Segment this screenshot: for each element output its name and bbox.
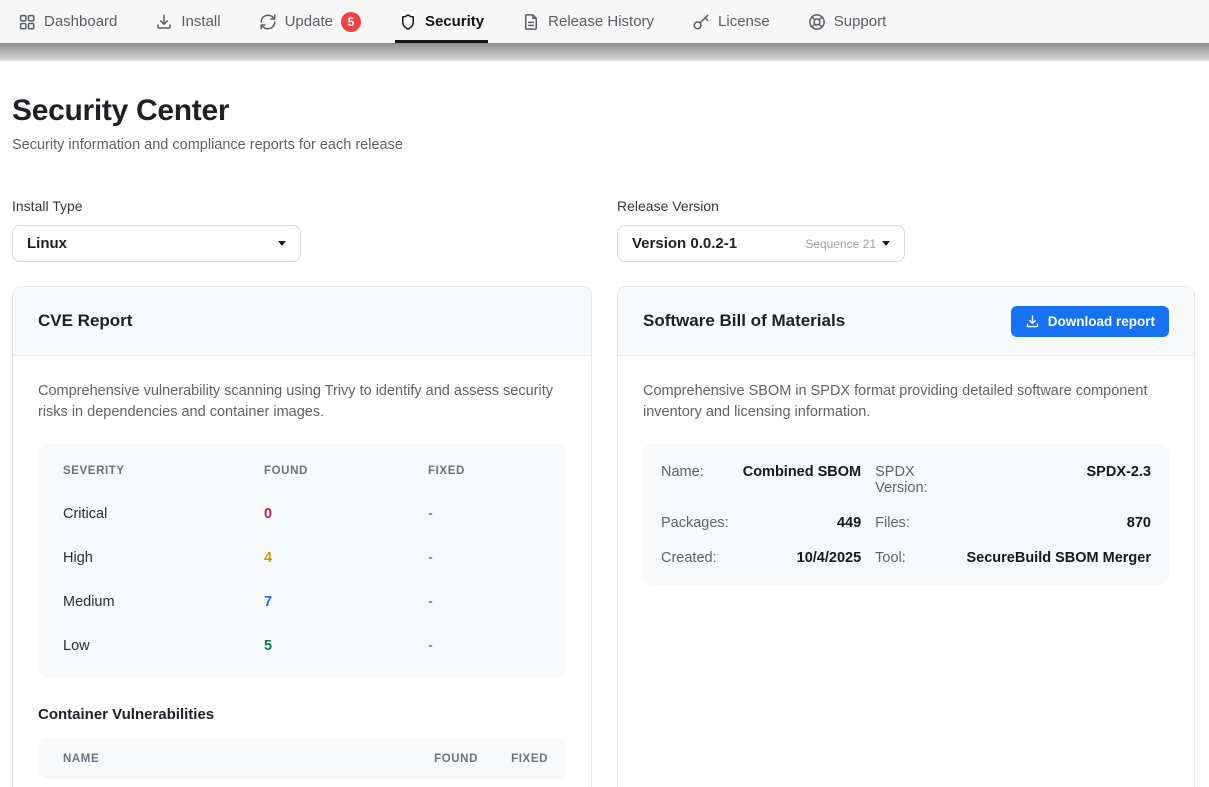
download-report-button[interactable]: Download report [1011, 306, 1169, 337]
severity-label: Critical [63, 506, 264, 522]
nav-item-license[interactable]: License [692, 0, 770, 43]
table-row-critical: Critical 0 - [38, 492, 566, 536]
detail-value-created: 10/4/2025 [743, 540, 861, 575]
nav-label: Install [181, 13, 220, 30]
page-title: Security Center [12, 94, 1195, 128]
fixed-count: - [428, 594, 566, 610]
document-icon [522, 13, 540, 31]
release-version-value: Version 0.0.2-1 [632, 235, 737, 252]
sequence-label: Sequence 21 [805, 237, 876, 251]
divider-band [0, 43, 1209, 61]
sequence-tag: Sequence 21 [805, 237, 890, 251]
nav-item-support[interactable]: Support [808, 0, 887, 43]
col-found: Found [264, 465, 428, 477]
detail-label-packages: Packages: [661, 505, 729, 540]
nav-label: Update [285, 13, 333, 30]
release-version-label: Release Version [617, 198, 1195, 214]
download-icon [1025, 314, 1040, 329]
cve-report-title: CVE Report [38, 311, 132, 331]
nav-label: Dashboard [44, 13, 117, 30]
table-row-low: Low 5 - [38, 624, 566, 668]
col-fixed: Fixed [478, 753, 548, 765]
cve-report-body: Comprehensive vulnerability scanning usi… [13, 356, 591, 787]
cve-report-description: Comprehensive vulnerability scanning usi… [38, 381, 566, 423]
sbom-details: Name: Combined SBOM SPDX Version: SPDX-2… [643, 444, 1169, 585]
sbom-title: Software Bill of Materials [643, 311, 845, 331]
dashboard-grid-icon [18, 13, 36, 31]
sbom-body: Comprehensive SBOM in SPDX format provid… [618, 356, 1194, 610]
found-count: 7 [264, 594, 428, 610]
container-vuln-table-header: Name Found Fixed [38, 738, 566, 779]
download-icon [155, 13, 173, 31]
install-type-select[interactable]: Linux [12, 225, 301, 262]
container-vulnerabilities-title: Container Vulnerabilities [38, 706, 566, 723]
detail-value-files: 870 [966, 505, 1151, 540]
fixed-count: - [428, 506, 566, 522]
fixed-count: - [428, 550, 566, 566]
release-version-filter: Release Version Version 0.0.2-1 Sequence… [617, 198, 1195, 262]
chevron-down-icon [278, 241, 286, 246]
severity-label: Low [63, 638, 264, 654]
nav-label: Security [425, 13, 484, 30]
cards-row: CVE Report Comprehensive vulnerability s… [12, 286, 1195, 787]
detail-value-name: Combined SBOM [743, 454, 861, 505]
found-count: 0 [264, 506, 428, 522]
install-type-value: Linux [27, 235, 67, 252]
fixed-count: - [428, 638, 566, 654]
detail-label-spdx-version: SPDX Version: [875, 454, 952, 505]
update-count-badge: 5 [341, 12, 361, 32]
nav-label: Release History [548, 13, 654, 30]
col-found: Found [406, 753, 478, 765]
page-subtitle: Security information and compliance repo… [12, 137, 1195, 153]
detail-value-tool: SecureBuild SBOM Merger [966, 540, 1151, 575]
cve-report-card: CVE Report Comprehensive vulnerability s… [12, 286, 592, 787]
refresh-icon [259, 13, 277, 31]
nav-item-release-history[interactable]: Release History [522, 0, 654, 43]
found-count: 5 [264, 638, 428, 654]
col-name: Name [63, 753, 406, 765]
nav-label: Support [834, 13, 887, 30]
detail-label-name: Name: [661, 454, 729, 505]
col-fixed: Fixed [428, 465, 566, 477]
nav-item-update[interactable]: Update 5 [259, 0, 361, 43]
top-nav: Dashboard Install Update 5 Security Rele… [0, 0, 1209, 43]
detail-label-tool: Tool: [875, 540, 952, 575]
cve-report-header: CVE Report [13, 287, 591, 356]
nav-item-security[interactable]: Security [399, 0, 484, 43]
sbom-header: Software Bill of Materials Download repo… [618, 287, 1194, 356]
severity-table: Severity Found Fixed Critical 0 - High 4… [38, 444, 566, 678]
nav-item-install[interactable]: Install [155, 0, 220, 43]
nav-item-dashboard[interactable]: Dashboard [18, 0, 117, 43]
key-icon [692, 13, 710, 31]
nav-label: License [718, 13, 770, 30]
table-row-medium: Medium 7 - [38, 580, 566, 624]
table-row-high: High 4 - [38, 536, 566, 580]
severity-label: High [63, 550, 264, 566]
detail-label-created: Created: [661, 540, 729, 575]
main-content: Security Center Security information and… [0, 94, 1209, 787]
detail-label-files: Files: [875, 505, 952, 540]
severity-table-header: Severity Found Fixed [38, 450, 566, 492]
col-severity: Severity [63, 465, 264, 477]
detail-value-packages: 449 [743, 505, 861, 540]
lifebuoy-icon [808, 13, 826, 31]
filters-row: Install Type Linux Release Version Versi… [12, 198, 1195, 262]
shield-icon [399, 13, 417, 31]
install-type-label: Install Type [12, 198, 617, 214]
chevron-down-icon [882, 241, 890, 246]
release-version-select[interactable]: Version 0.0.2-1 Sequence 21 [617, 225, 905, 262]
install-type-filter: Install Type Linux [12, 198, 617, 262]
sbom-card: Software Bill of Materials Download repo… [617, 286, 1195, 787]
download-report-label: Download report [1048, 314, 1155, 329]
severity-label: Medium [63, 594, 264, 610]
found-count: 4 [264, 550, 428, 566]
sbom-description: Comprehensive SBOM in SPDX format provid… [643, 381, 1169, 423]
detail-value-spdx-version: SPDX-2.3 [966, 454, 1151, 505]
